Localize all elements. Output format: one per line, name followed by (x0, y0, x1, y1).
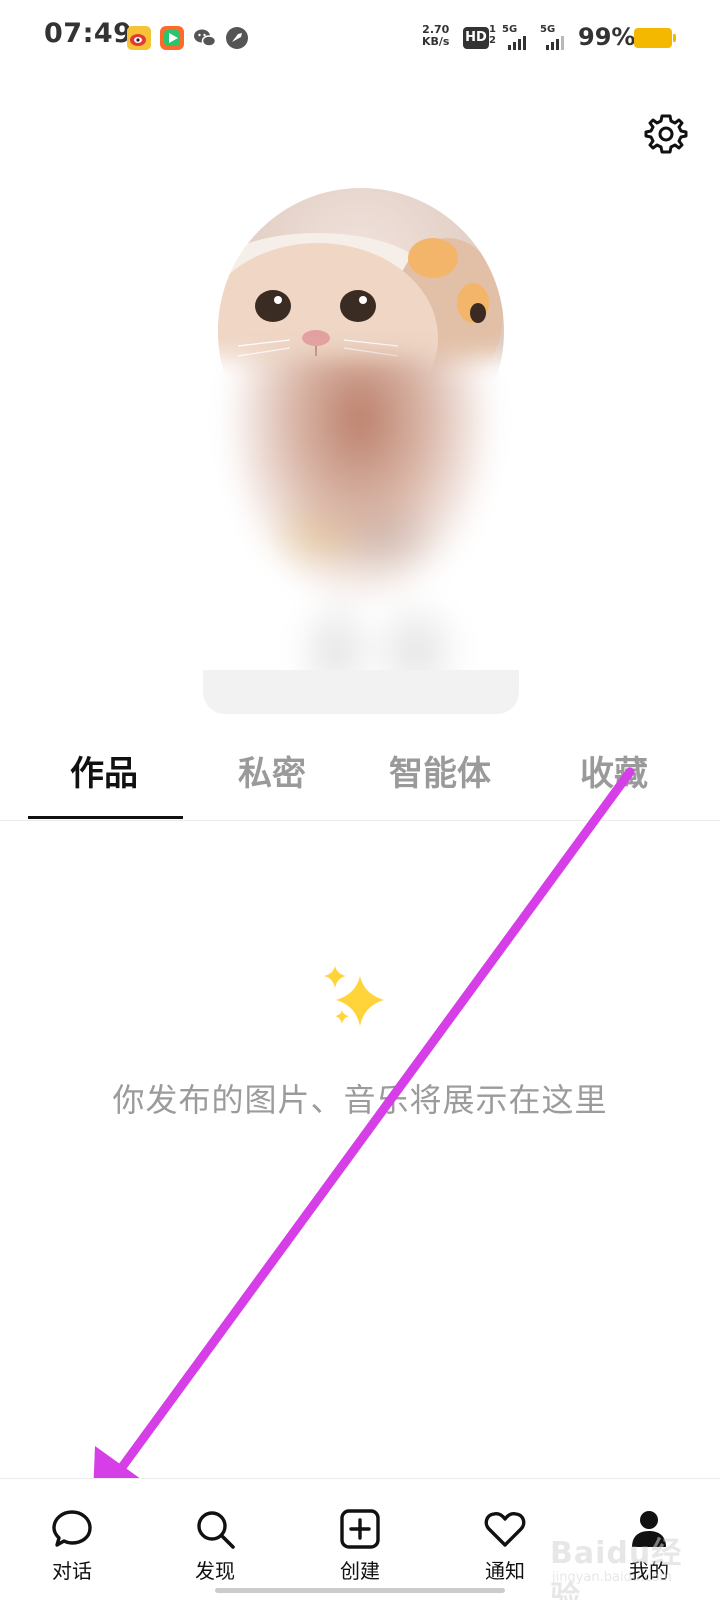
blurred-profile-info (160, 358, 560, 698)
nav-item-create[interactable]: 创建 (305, 1507, 415, 1585)
nav-item-me[interactable]: 我的 (594, 1507, 704, 1585)
status-time: 07:49 (44, 18, 133, 49)
wechat-icon (194, 29, 217, 47)
search-icon (197, 1511, 235, 1549)
weibo-icon (127, 26, 151, 50)
network-speed: 2.70 KB/s (422, 24, 449, 48)
hd-sub-label: 12 (489, 24, 496, 46)
navigation-app-icon (226, 27, 248, 49)
user-icon (632, 1511, 666, 1547)
signal-label: 5G (502, 24, 518, 35)
plus-square-icon (340, 1509, 380, 1549)
nav-item-chat[interactable]: 对话 (17, 1507, 127, 1585)
nav-label: 创建 (340, 1559, 380, 1583)
bottom-navigation: 对话 发现 创建 通知 我的 (0, 1478, 720, 1600)
home-indicator[interactable] (215, 1588, 505, 1593)
signal-label: 5G (540, 24, 556, 35)
nav-label: 我的 (629, 1559, 669, 1583)
active-tab-indicator (28, 816, 183, 819)
nav-label: 通知 (485, 1559, 525, 1583)
tab-favorites[interactable]: 收藏 (580, 746, 648, 806)
battery-icon (634, 28, 676, 48)
signal-icon: 5G (540, 24, 572, 50)
network-speed-unit: KB/s (422, 35, 450, 48)
signal-icon: 5G (502, 24, 534, 50)
nav-label: 发现 (195, 1559, 235, 1583)
gear-icon[interactable] (644, 112, 688, 156)
sparkles-icon (324, 966, 384, 1026)
nav-item-discover[interactable]: 发现 (160, 1507, 270, 1585)
hd-badge: HD (463, 27, 489, 49)
battery-percentage: 99% (578, 23, 636, 51)
empty-state-text: 你发布的图片、音乐将展示在这里 (112, 1081, 608, 1119)
content-tabs: 作品 私密 智能体 收藏 (0, 728, 720, 821)
tab-agents[interactable]: 智能体 (389, 746, 491, 806)
video-app-icon (160, 26, 184, 50)
heart-icon (484, 1512, 526, 1547)
profile-card (203, 670, 519, 714)
nav-label: 对话 (52, 1559, 92, 1583)
profile-screen: 07:49 2.70 KB/s HD 12 5G 5G 99% 作品 私密 智能… (0, 0, 720, 1600)
tab-private[interactable]: 私密 (238, 746, 306, 806)
status-bar: 07:49 2.70 KB/s HD 12 5G 5G 99% (0, 0, 720, 76)
nav-item-notifications[interactable]: 通知 (450, 1507, 560, 1585)
chat-bubble-icon (52, 1510, 92, 1547)
tab-works[interactable]: 作品 (70, 746, 138, 806)
